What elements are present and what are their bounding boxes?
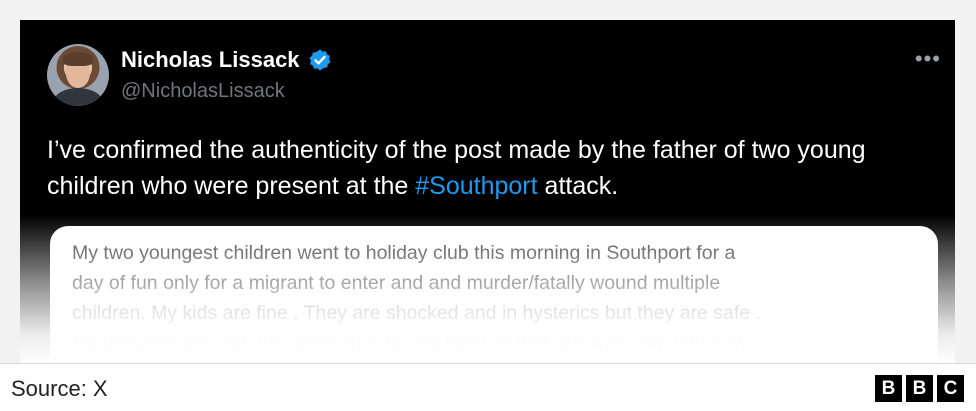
display-name-row[interactable]: Nicholas Lissack	[121, 47, 332, 73]
bbc-logo: B B C	[875, 375, 964, 402]
quoted-post-line: My thoughts are with the other 30 kids a…	[72, 332, 747, 354]
avatar[interactable]	[47, 44, 109, 106]
tweet-text-end: attack.	[537, 172, 619, 200]
hashtag-link[interactable]: #Southport	[415, 172, 537, 200]
logo-letter: B	[875, 375, 902, 402]
avatar-shirt	[53, 88, 103, 106]
display-name[interactable]: Nicholas Lissack	[121, 47, 300, 73]
quoted-post-line: day of fun only for a migrant to enter a…	[72, 272, 721, 294]
quoted-post: My two youngest children went to holiday…	[50, 226, 938, 363]
quoted-post-line: My two youngest children went to holiday…	[72, 242, 736, 264]
user-handle[interactable]: @NicholasLissack	[121, 80, 285, 103]
verified-badge-icon	[309, 49, 331, 71]
tweet-screenshot: Nicholas Lissack @NicholasLissack ••• I’…	[20, 20, 955, 363]
logo-letter: C	[937, 375, 964, 402]
quoted-post-line: children. My kids are fine . They are sh…	[72, 302, 761, 324]
logo-letter: B	[906, 375, 933, 402]
caption-bar: Source: X B B C	[0, 363, 976, 411]
source-caption: Source: X	[11, 376, 108, 401]
avatar-hair	[63, 52, 93, 66]
more-horizontal-icon[interactable]: •••	[915, 46, 941, 72]
tweet-text: I’ve confirmed the authenticity of the p…	[47, 132, 927, 204]
